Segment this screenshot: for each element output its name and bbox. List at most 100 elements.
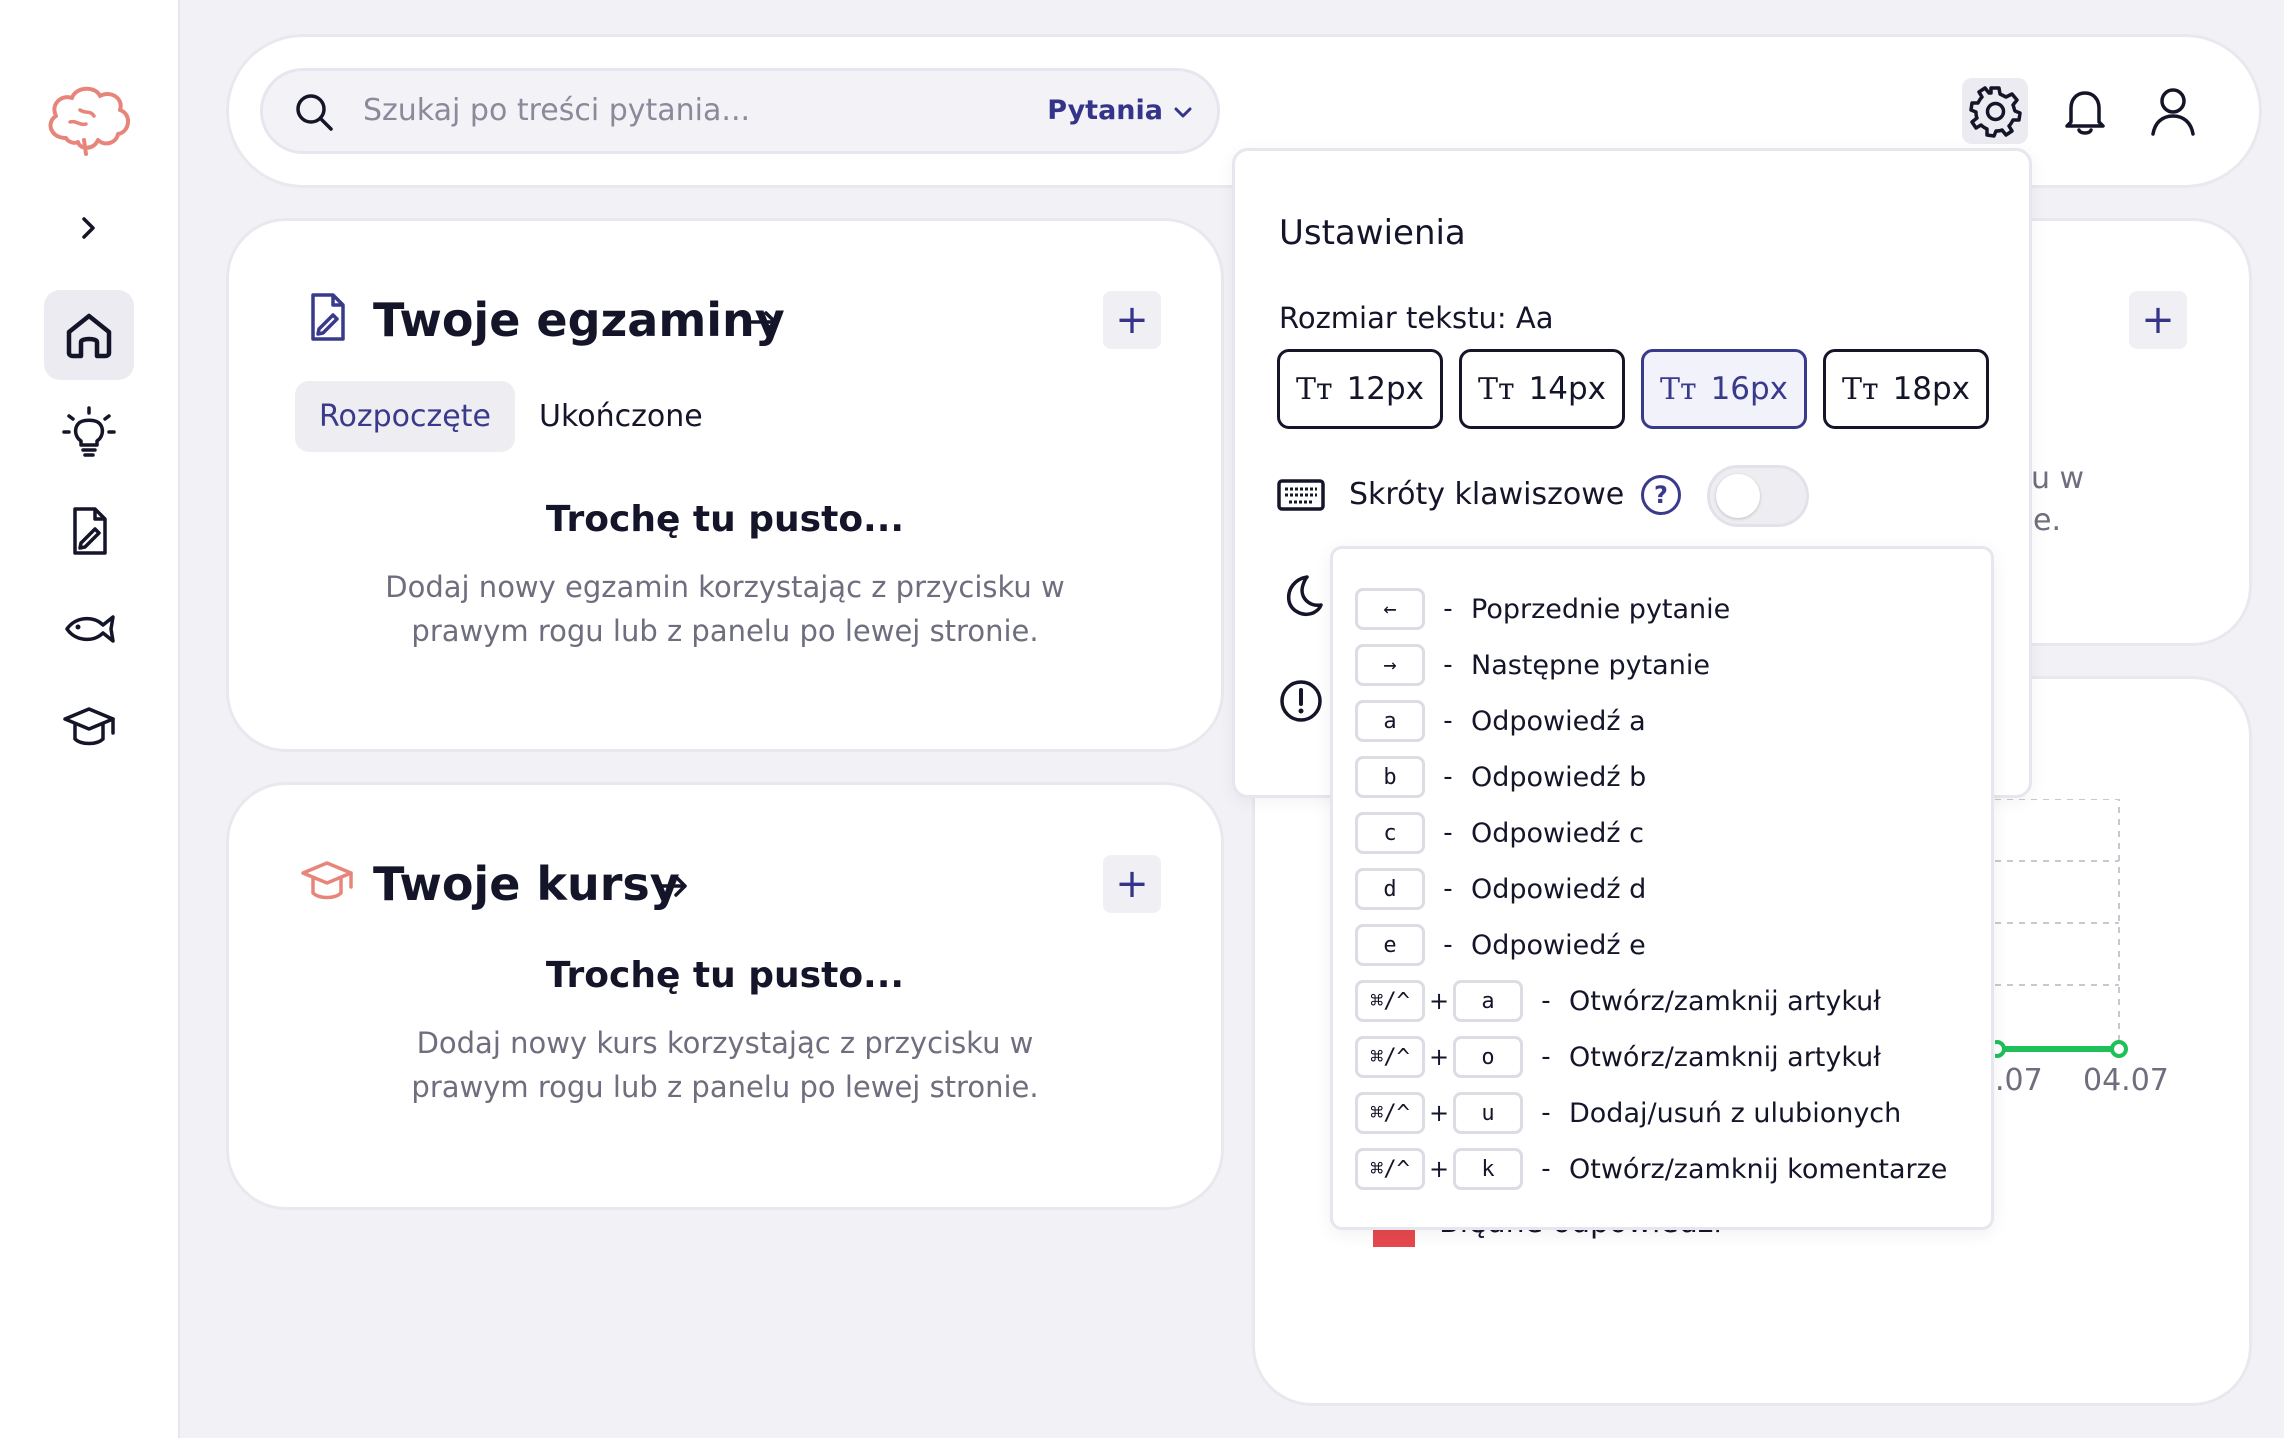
stats-chart [1995,799,2128,1058]
shortcut-row: c - Odpowiedź c [1355,811,1644,855]
sidebar-item-courses[interactable] [44,682,134,772]
shortcut-key: → [1355,644,1425,686]
profile-button[interactable] [2140,78,2206,144]
shortcut-row: ⌘/^ + u - Dodaj/usuń z ulubionych [1355,1091,1901,1135]
chevron-down-icon[interactable] [1171,101,1195,125]
text-size-icon: Tт [1477,371,1515,407]
empty-state-line-1: Dodaj nowy egzamin korzystając z przycis… [385,570,1065,604]
graduation-cap-icon [63,707,115,746]
shortcut-label: Otwórz/zamknij artykuł [1569,985,1881,1017]
text-size-value: 16px [1710,371,1789,407]
shortcut-label: Otwórz/zamknij komentarze [1569,1153,1948,1185]
sidebar-item-flashcards[interactable] [44,584,134,674]
shortcut-row: ⌘/^ + k - Otwórz/zamknij komentarze [1355,1147,1947,1191]
shortcut-key: o [1453,1036,1523,1078]
empty-state-line-2: prawym rogu lub z panelu po lewej stroni… [411,614,1039,648]
exam-document-icon [311,293,345,341]
dash-separator: - [1541,986,1551,1016]
search-filter-dropdown[interactable]: Pytania [1047,95,1163,126]
text-size-value: 12px [1346,371,1425,407]
dash-separator: - [1443,874,1453,904]
sidebar-item-ideas[interactable] [44,388,134,478]
dash-separator: - [1443,818,1453,848]
shortcut-label: Odpowiedź a [1471,705,1646,737]
shortcut-label: Następne pytanie [1471,649,1710,681]
shortcut-label: Poprzednie pytanie [1471,593,1731,625]
courses-title[interactable]: Twoje kursy [373,857,680,911]
text-size-12-button[interactable]: Tт 12px [1277,349,1443,429]
add-exam-button[interactable]: + [1103,291,1161,349]
text-size-18-button[interactable]: Tт 18px [1823,349,1989,429]
exams-title[interactable]: Twoje egzaminy [373,293,785,347]
chart-tick-2: 04.07 [2083,1063,2169,1098]
clipped-text-2: e. [2033,503,2061,538]
help-icon[interactable]: ? [1641,475,1681,515]
dash-separator: - [1541,1042,1551,1072]
shortcut-row: e - Odpowiedź e [1355,923,1646,967]
notifications-button[interactable] [2052,78,2118,144]
text-size-label: Rozmiar tekstu: Aa [1279,301,1554,335]
settings-button[interactable] [1962,78,2028,144]
keyboard-shortcuts-label: Skróty klawiszowe [1349,477,1625,512]
shortcut-key: a [1453,980,1523,1022]
keyboard-icon [1277,479,1325,511]
empty-state-line-2: prawym rogu lub z panelu po lewej stroni… [411,1070,1039,1104]
courses-card: Twoje kursy + Trochę tu pusto... Dodaj n… [226,782,1224,1210]
shortcut-label: Odpowiedź d [1471,873,1647,905]
arrow-right-icon[interactable] [747,305,781,339]
shortcut-key: a [1355,700,1425,742]
search-input[interactable]: Szukaj po treści pytania... [363,93,750,128]
clipped-text-1: u w [2031,461,2085,496]
shortcut-label: Odpowiedź c [1471,817,1644,849]
fish-icon [65,615,115,643]
keyboard-shortcuts-popup: ← - Poprzednie pytanie → - Następne pytanie a -… [1330,546,1994,1230]
shortcut-label: Odpowiedź e [1471,929,1646,961]
shortcut-label: Otwórz/zamknij artykuł [1569,1041,1881,1073]
keyboard-shortcuts-toggle[interactable] [1707,465,1809,527]
graduation-cap-icon [301,861,353,900]
dash-separator: - [1443,594,1453,624]
text-size-16-button[interactable]: Tт 16px [1641,349,1807,429]
empty-state-line-1: Dodaj nowy kurs korzystając z przycisku … [416,1026,1034,1060]
shortcut-key: b [1355,756,1425,798]
add-course-button[interactable]: + [1103,855,1161,913]
shortcut-row: a - Odpowiedź a [1355,699,1646,743]
exam-document-icon [73,507,107,555]
empty-state-title: Trochę tu pusto... [545,955,905,996]
bell-icon [2065,91,2105,135]
expand-sidebar-chevron-icon[interactable] [72,212,104,244]
search-icon [296,94,333,131]
text-size-value: 14px [1528,371,1607,407]
modifier-key: ⌘/^ [1355,1036,1425,1078]
plus-separator: + [1428,1155,1450,1183]
dash-separator: - [1443,650,1453,680]
brain-logo-icon[interactable] [40,80,136,160]
empty-state-title: Trochę tu pusto... [545,499,905,540]
text-size-value: 18px [1892,371,1971,407]
tab-completed[interactable]: Ukończone [515,381,727,452]
toggle-knob [1716,474,1760,518]
sidebar-item-home[interactable] [44,290,134,380]
shortcut-row: ⌘/^ + o - Otwórz/zamknij artykuł [1355,1035,1881,1079]
text-size-14-button[interactable]: Tт 14px [1459,349,1625,429]
tab-started[interactable]: Rozpoczęte [295,381,515,452]
arrow-right-icon[interactable] [657,869,691,903]
user-icon [2151,88,2195,136]
settings-title: Ustawienia [1279,213,1466,253]
search-bar[interactable]: Szukaj po treści pytania... Pytania [260,68,1220,154]
shortcut-key: c [1355,812,1425,854]
dash-separator: - [1541,1098,1551,1128]
gear-icon [1969,86,2022,138]
sidebar-item-exams[interactable] [44,486,134,576]
home-icon [66,313,112,359]
shortcut-row: ← - Poprzednie pytanie [1355,587,1730,631]
dash-separator: - [1443,762,1453,792]
modifier-key: ⌘/^ [1355,980,1425,1022]
modifier-key: ⌘/^ [1355,1092,1425,1134]
dash-separator: - [1541,1154,1551,1184]
modifier-key: ⌘/^ [1355,1148,1425,1190]
add-button[interactable]: + [2129,291,2187,349]
plus-separator: + [1428,1043,1450,1071]
sidebar [0,0,180,1438]
shortcut-row: ⌘/^ + a - Otwórz/zamknij artykuł [1355,979,1881,1023]
